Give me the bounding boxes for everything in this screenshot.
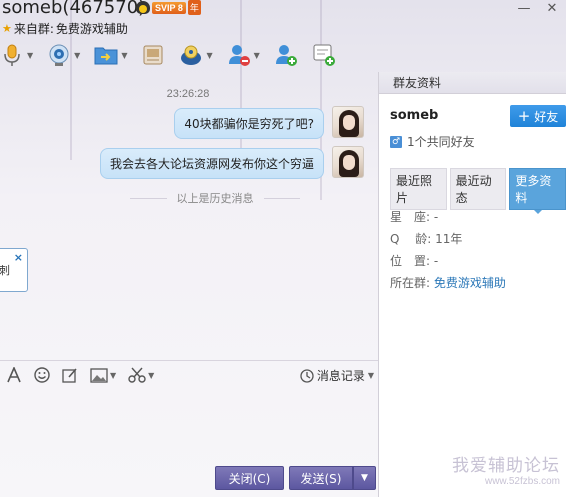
notification-popup[interactable]: × 刺 (0, 248, 28, 292)
close-button[interactable]: 关闭(C) (215, 466, 284, 490)
qq-penguin-icon (136, 1, 150, 14)
panel-header: 群友资料 (379, 72, 566, 94)
message-history-button[interactable]: 消息记录 ▼ (300, 367, 374, 384)
video-call-button[interactable]: ▼ (47, 43, 80, 67)
input-divider (0, 360, 378, 361)
chevron-down-icon: ▼ (253, 50, 260, 60)
file-transfer-button[interactable]: ▼ (94, 43, 127, 67)
new-chat-button[interactable] (312, 43, 336, 67)
image-icon (90, 367, 108, 383)
voice-call-button[interactable]: ▼ (0, 43, 33, 67)
chevron-down-icon: ▼ (361, 473, 368, 483)
mutual-friends[interactable]: ♂ 1个共同好友 (390, 133, 475, 150)
info-value: - (433, 254, 439, 268)
message-area[interactable]: 23:26:28 40块都骗你是穷死了吧? 我会去各大论坛资源网发布你这个穷逼 … (0, 72, 378, 360)
chevron-down-icon: ▼ (367, 371, 374, 380)
avatar[interactable] (332, 146, 364, 178)
remote-assist-icon (179, 43, 203, 67)
info-label: 位 置: (390, 254, 431, 268)
chat-toolbar: ▼ ▼ ▼ ▼ ▼ (0, 40, 350, 70)
message-bubble[interactable]: 40块都骗你是穷死了吧? (174, 108, 324, 139)
watermark-url: www.52fzbs.com (484, 476, 560, 487)
source-group-line: ★ 来自群: 免费游戏辅助 (2, 20, 128, 37)
video-camera-icon (47, 43, 71, 67)
input-toolbar: ▼ ▼ 消息记录 ▼ (0, 364, 378, 386)
screen-share-icon (141, 43, 165, 67)
divider-line (263, 197, 300, 199)
watermark: 我爱辅助论坛 www.52fzbs.com (452, 451, 560, 487)
smiley-icon (34, 367, 50, 383)
window-title: someb(467570) (2, 0, 146, 18)
tab-recent-activity[interactable]: 最近动态 (449, 168, 507, 210)
microphone-icon (0, 43, 24, 67)
clock-icon (300, 368, 314, 383)
emoji-button[interactable] (34, 367, 50, 383)
info-value: 11年 (435, 232, 463, 246)
group-link[interactable]: 免费游戏辅助 (434, 276, 506, 290)
title-bar: someb(467570) SVIP 8 年 ★ 来自群: 免费游戏辅助 — ✕… (0, 0, 566, 72)
minimize-button[interactable]: — (510, 0, 538, 16)
new-chat-icon (312, 43, 336, 67)
remove-user-icon (227, 43, 251, 67)
plus-icon: + (517, 106, 531, 125)
info-label: 星 座: (390, 210, 431, 224)
source-label: 来自群: (13, 22, 54, 36)
chevron-down-icon: ▼ (74, 50, 81, 60)
pencil-square-icon (62, 368, 77, 383)
chevron-down-icon: ▼ (148, 370, 155, 380)
svip-badge: SVIP 8 (152, 1, 186, 14)
add-user-button[interactable] (274, 43, 298, 67)
image-button[interactable]: ▼ (90, 367, 117, 383)
star-icon: ★ (2, 22, 12, 35)
chevron-down-icon: ▼ (110, 370, 117, 380)
chevron-down-icon: ▼ (206, 50, 213, 60)
edit-button[interactable] (62, 367, 78, 383)
vip-badges: SVIP 8 年 (136, 0, 201, 15)
mutual-friends-label: 1个共同好友 (407, 135, 475, 149)
remote-assist-button[interactable]: ▼ (179, 43, 213, 67)
info-row-qq-age: Q 龄: 11年 (390, 230, 462, 247)
member-nickname: someb (390, 108, 439, 123)
watermark-title: 我爱辅助论坛 (452, 456, 560, 476)
send-button[interactable]: 发送(S) (289, 466, 353, 490)
history-divider-label: 以上是历史消息 (176, 192, 254, 205)
send-options-button[interactable]: ▼ (353, 466, 376, 490)
chevron-down-icon: ▼ (121, 50, 128, 60)
close-icon[interactable]: × (14, 251, 23, 264)
history-divider: 以上是历史消息 (130, 190, 300, 206)
profile-tabs: 最近照片 最近动态 更多资料 (390, 168, 566, 214)
remove-user-button[interactable]: ▼ (227, 43, 260, 67)
message-timestamp: 23:26:28 (166, 88, 210, 100)
info-value: - (433, 210, 439, 224)
divider-line (130, 197, 167, 199)
message-history-label: 消息记录 (316, 369, 365, 383)
info-row-location: 位 置: - (390, 252, 438, 269)
chevron-down-icon: ▼ (27, 50, 34, 60)
info-row-zodiac: 星 座: - (390, 208, 438, 225)
tab-more-info[interactable]: 更多资料 (509, 168, 566, 214)
add-user-icon (274, 43, 298, 67)
avatar[interactable] (332, 106, 364, 138)
screenshot-button[interactable]: ▼ (128, 367, 154, 383)
year-badge: 年 (187, 0, 201, 15)
popup-text: 刺 (0, 264, 10, 277)
file-transfer-icon (94, 43, 118, 67)
close-window-button[interactable]: ✕ (538, 0, 566, 16)
info-label: 所在群: (390, 276, 431, 290)
window-controls: — ✕ (510, 0, 566, 16)
info-row-group: 所在群: 免费游戏辅助 (390, 274, 506, 291)
tab-recent-photos[interactable]: 最近照片 (390, 168, 447, 210)
add-friend-button[interactable]: + 好友 (510, 105, 566, 127)
member-info-panel: 群友资料 someb + 好友 ♂ 1个共同好友 最近照片 最近动态 更多资料 … (378, 72, 566, 497)
screen-share-button[interactable] (141, 43, 165, 67)
font-button[interactable] (6, 367, 22, 383)
add-friend-label: 好友 (534, 109, 559, 124)
source-group[interactable]: 免费游戏辅助 (56, 20, 128, 37)
scissors-icon (128, 367, 146, 383)
message-bubble[interactable]: 我会去各大论坛资源网发布你这个穷逼 (99, 148, 324, 179)
male-gender-icon: ♂ (390, 135, 402, 148)
font-icon (7, 367, 21, 383)
info-label: Q 龄: (390, 232, 432, 246)
